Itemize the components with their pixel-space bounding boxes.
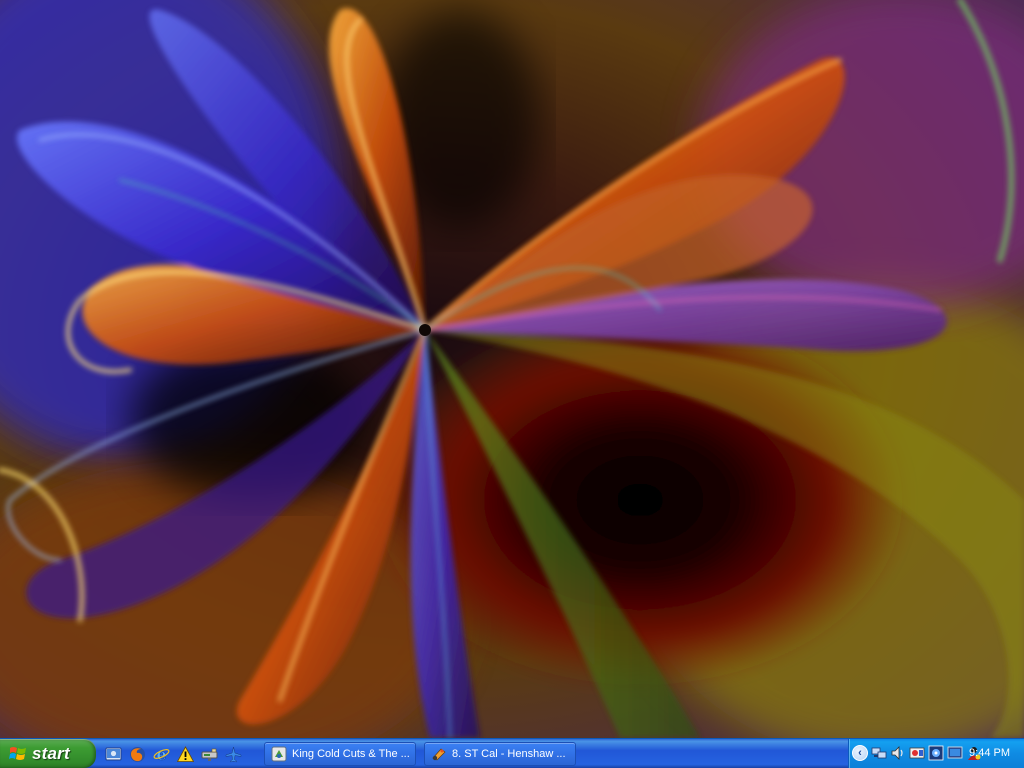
airplane-icon[interactable] <box>224 745 243 764</box>
start-label: start <box>32 743 70 763</box>
abstract-swirl-wallpaper <box>0 0 1024 738</box>
quick-launch-bar: e <box>104 743 243 765</box>
taskbar-button-st-cal-henshaw[interactable]: 8. ST Cal - Henshaw ... <box>424 742 576 766</box>
app-icon <box>271 746 287 762</box>
monitor-icon[interactable] <box>947 745 963 761</box>
volume-icon[interactable] <box>890 745 906 761</box>
windows-logo-icon <box>9 746 26 760</box>
network-icon[interactable] <box>871 745 887 761</box>
system-tray: ‹ 9:44 PM <box>848 739 1024 768</box>
internet-explorer-icon[interactable]: e <box>152 745 171 764</box>
warning-icon[interactable] <box>176 745 195 764</box>
antivirus-icon[interactable] <box>909 745 925 761</box>
taskbar-button-king-cold-cuts[interactable]: King Cold Cuts & The ... <box>264 742 416 766</box>
show-hidden-icons-chevron-icon[interactable]: ‹ <box>852 745 868 761</box>
clock[interactable]: 9:44 PM <box>969 747 1010 759</box>
taskbar-button-label: 8. ST Cal - Henshaw ... <box>452 748 566 760</box>
taskbar: start e King Cold Cuts & The ... 8. ST C… <box>0 738 1024 768</box>
desktop-wallpaper <box>0 0 1024 738</box>
taskbar-button-label: King Cold Cuts & The ... <box>292 748 410 760</box>
display-icon[interactable] <box>928 745 944 761</box>
tray-icons <box>871 745 982 761</box>
show-desktop-icon[interactable] <box>104 745 123 764</box>
firefox-icon[interactable] <box>128 745 147 764</box>
svg-text:e: e <box>156 746 166 763</box>
network-drive-icon[interactable] <box>200 745 219 764</box>
start-button[interactable]: start <box>0 739 96 768</box>
media-player-icon <box>432 748 446 761</box>
